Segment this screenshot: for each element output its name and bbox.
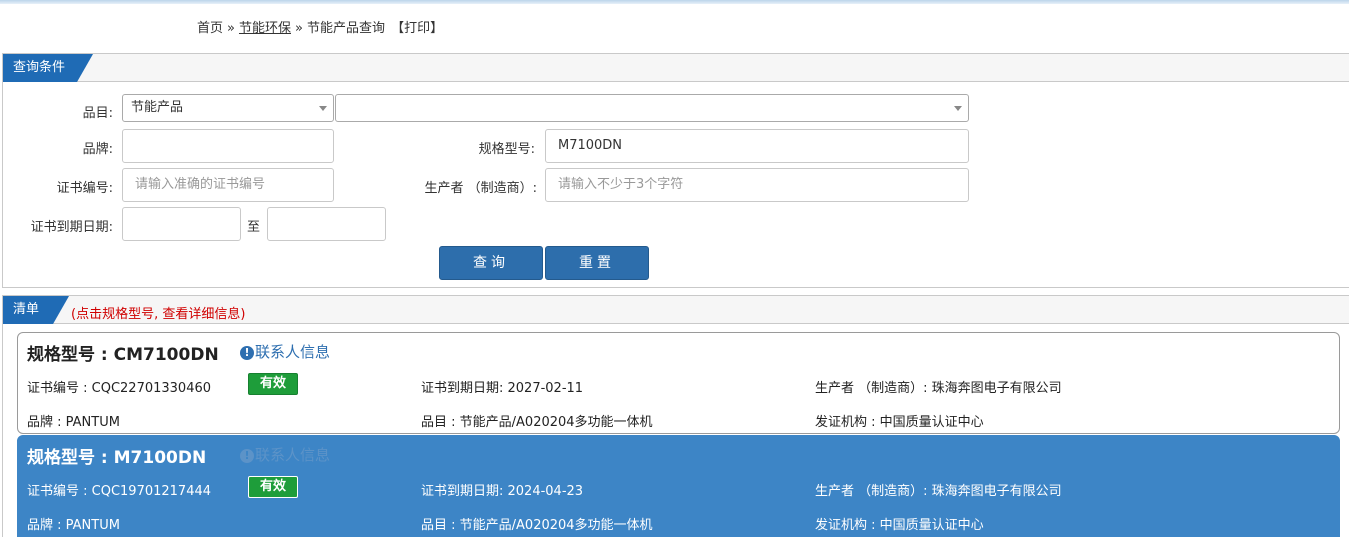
result-cert-number: 证书编号 : CQC22701330460 bbox=[27, 381, 212, 396]
breadcrumb: 首页» 节能环保» 节能产品查询 【打印】 bbox=[197, 17, 443, 36]
breadcrumb-separator: » bbox=[227, 21, 235, 36]
query-panel-title: 查询条件 bbox=[3, 54, 93, 82]
breadcrumb-section-link[interactable]: 节能环保 bbox=[239, 21, 291, 36]
list-panel: 清单 (点击规格型号, 查看详细信息) 规格型号 : CM7100DN ! 联系人… bbox=[2, 295, 1349, 537]
expiry-from-input[interactable] bbox=[122, 207, 241, 241]
contact-info-link[interactable]: ! 联系人信息 bbox=[240, 341, 330, 362]
maker-input[interactable]: 请输入不少于3个字符 bbox=[545, 168, 969, 202]
result-brand: 品牌 : PANTUM bbox=[27, 518, 120, 533]
expiry-to-input[interactable] bbox=[267, 207, 386, 241]
brand-label: 品牌: bbox=[82, 142, 113, 157]
contact-info-link[interactable]: ! 联系人信息 bbox=[240, 444, 330, 465]
result-card-selected: 规格型号 : M7100DN ! 联系人信息 证书编号 : CQC19701217… bbox=[17, 435, 1340, 537]
result-model-link[interactable]: 规格型号 : CM7100DN bbox=[27, 340, 219, 365]
status-badge: 有效 bbox=[248, 373, 298, 395]
result-expiry: 证书到期日期: 2027-02-11 bbox=[421, 381, 584, 396]
breadcrumb-separator: » bbox=[295, 21, 303, 36]
cert-number-input[interactable]: 请输入准确的证书编号 bbox=[122, 168, 334, 202]
result-maker: 生产者 （制造商）: 珠海奔图电子有限公司 bbox=[815, 381, 1062, 396]
result-category: 品目 : 节能产品/A020204多功能一体机 bbox=[421, 415, 653, 430]
result-maker: 生产者 （制造商）: 珠海奔图电子有限公司 bbox=[815, 484, 1062, 499]
category-select[interactable]: 节能产品 bbox=[122, 94, 334, 122]
breadcrumb-current: 节能产品查询 bbox=[306, 21, 385, 36]
subcategory-select[interactable] bbox=[335, 94, 969, 122]
result-cert-number: 证书编号 : CQC19701217444 bbox=[27, 484, 212, 499]
list-panel-header: 清单 (点击规格型号, 查看详细信息) bbox=[3, 296, 1349, 324]
result-issuer: 发证机构 : 中国质量认证中心 bbox=[815, 518, 984, 533]
result-issuer: 发证机构 : 中国质量认证中心 bbox=[815, 415, 984, 430]
chevron-down-icon bbox=[954, 106, 962, 111]
top-border bbox=[0, 0, 1349, 4]
expiry-to-label: 至 bbox=[247, 220, 261, 235]
model-input[interactable]: M7100DN bbox=[545, 129, 969, 163]
search-button[interactable]: 查询 bbox=[439, 246, 543, 280]
contact-info-label: 联系人信息 bbox=[255, 446, 331, 464]
status-badge: 有效 bbox=[248, 476, 298, 498]
reset-button[interactable]: 重置 bbox=[545, 246, 649, 280]
category-select-value: 节能产品 bbox=[131, 100, 184, 115]
result-model-link[interactable]: 规格型号 : M7100DN bbox=[27, 443, 206, 468]
query-panel: 查询条件 品目: 节能产品 品牌: 规格型号: M7100DN 证书编号: 请输… bbox=[2, 53, 1349, 288]
category-label: 品目: bbox=[82, 106, 113, 121]
result-card: 规格型号 : CM7100DN ! 联系人信息 证书编号 : CQC2270133… bbox=[17, 332, 1340, 434]
expiry-label: 证书到期日期: bbox=[30, 220, 113, 235]
query-panel-header: 查询条件 bbox=[3, 54, 1349, 82]
maker-label: 生产者 （制造商）: bbox=[424, 181, 537, 196]
cert-number-label: 证书编号: bbox=[56, 181, 113, 196]
result-category: 品目 : 节能产品/A020204多功能一体机 bbox=[421, 518, 653, 533]
brand-input[interactable] bbox=[122, 129, 334, 163]
chevron-down-icon bbox=[319, 106, 327, 111]
breadcrumb-home[interactable]: 首页 bbox=[197, 21, 223, 36]
result-expiry: 证书到期日期: 2024-04-23 bbox=[421, 484, 584, 499]
print-link[interactable]: 【打印】 bbox=[391, 21, 443, 36]
info-icon: ! bbox=[240, 346, 254, 360]
list-panel-title: 清单 bbox=[3, 296, 69, 324]
model-label: 规格型号: bbox=[478, 142, 535, 157]
info-icon: ! bbox=[240, 449, 254, 463]
contact-info-label: 联系人信息 bbox=[255, 343, 331, 361]
list-hint: (点击规格型号, 查看详细信息) bbox=[71, 307, 246, 322]
result-brand: 品牌 : PANTUM bbox=[27, 415, 120, 430]
